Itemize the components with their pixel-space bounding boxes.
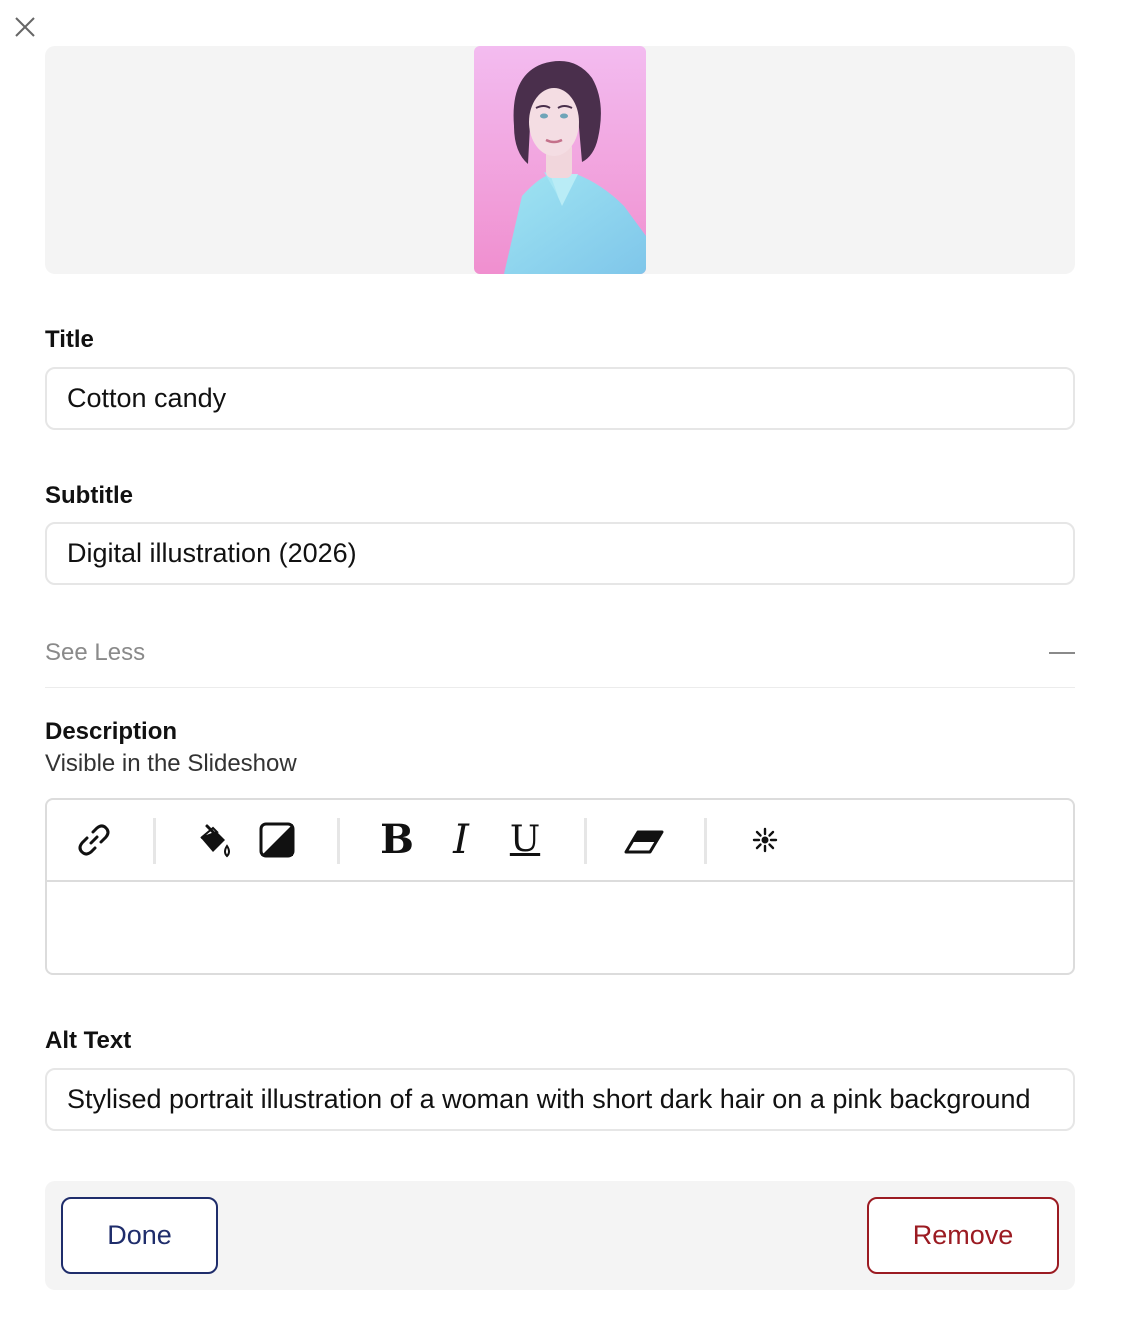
portrait-thumbnail[interactable] xyxy=(474,46,646,274)
close-button[interactable] xyxy=(10,12,40,42)
see-less-toggle[interactable]: See Less xyxy=(45,632,1075,688)
remove-button[interactable]: Remove xyxy=(867,1197,1059,1274)
bold-button[interactable]: B xyxy=(371,814,423,866)
underline-button[interactable]: U xyxy=(499,814,551,866)
title-label: Title xyxy=(45,326,94,353)
link-button[interactable] xyxy=(68,814,120,866)
contrast-icon xyxy=(259,822,295,858)
bold-label: B xyxy=(380,816,414,863)
contrast-button[interactable] xyxy=(251,814,303,866)
subtitle-input[interactable] xyxy=(45,522,1075,585)
italic-button[interactable]: I xyxy=(435,814,487,866)
clear-format-button[interactable] xyxy=(618,814,670,866)
see-less-label: See Less xyxy=(45,639,146,666)
description-editor: B I U xyxy=(45,798,1075,975)
title-input[interactable] xyxy=(45,367,1075,430)
eraser-icon xyxy=(624,830,664,854)
description-text-area[interactable] xyxy=(47,882,1073,975)
fill-color-icon xyxy=(200,824,230,858)
alt-text-label: Alt Text xyxy=(45,1027,132,1054)
ai-assist-button[interactable] xyxy=(739,814,791,866)
editor-toolbar: B I U xyxy=(47,800,1073,882)
description-hint: Visible in the Slideshow xyxy=(45,750,297,777)
toolbar-separator xyxy=(153,818,156,864)
fill-color-button[interactable] xyxy=(187,814,239,866)
action-bar: Done Remove xyxy=(45,1181,1075,1290)
subtitle-label: Subtitle xyxy=(45,482,133,509)
link-icon xyxy=(78,824,110,856)
done-button[interactable]: Done xyxy=(61,1197,218,1274)
underline-label: U xyxy=(509,819,541,860)
close-icon xyxy=(15,17,35,37)
italic-label: I xyxy=(453,817,469,863)
image-preview-panel xyxy=(45,46,1075,274)
sparkle-icon xyxy=(752,827,778,853)
minus-icon xyxy=(1049,652,1075,654)
toolbar-separator xyxy=(584,818,587,864)
portrait-illustration-icon xyxy=(474,46,646,274)
description-label: Description xyxy=(45,718,178,745)
toolbar-separator xyxy=(337,818,340,864)
toolbar-separator xyxy=(704,818,707,864)
alt-text-input[interactable] xyxy=(45,1068,1075,1131)
